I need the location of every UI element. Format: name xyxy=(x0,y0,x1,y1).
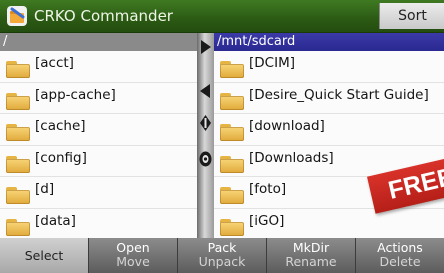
list-item[interactable]: [cache] xyxy=(0,114,197,146)
actions-delete-button[interactable]: Actions Delete xyxy=(356,238,444,273)
select-label: Select xyxy=(24,248,64,263)
arrow-left-icon[interactable] xyxy=(199,83,212,99)
right-panel[interactable]: /mnt/sdcard [DCIM] [Desire_Quick Start G… xyxy=(214,33,444,238)
arrow-right-icon[interactable] xyxy=(199,39,212,55)
folder-icon xyxy=(220,92,244,110)
folder-icon xyxy=(220,155,244,173)
folder-name: [foto] xyxy=(249,181,287,197)
folder-icon xyxy=(220,218,244,236)
list-item[interactable]: [acct] xyxy=(0,51,197,83)
mkdir-label: MkDir xyxy=(292,240,330,255)
list-item[interactable]: [download] xyxy=(214,114,444,146)
list-item[interactable]: [config] xyxy=(0,146,197,177)
folder-icon xyxy=(220,61,244,78)
delete-label: Delete xyxy=(379,254,421,269)
panel-divider xyxy=(197,33,214,238)
app-title: CRKO Commander xyxy=(34,7,173,25)
folder-name: [Desire_Quick Start Guide] xyxy=(249,86,429,103)
folder-name: [DCIM] xyxy=(249,55,295,71)
folder-name: [download] xyxy=(249,118,325,134)
left-file-list: [acct] [app-cache] [cache] [config] [d] … xyxy=(0,51,197,238)
select-button[interactable]: Select xyxy=(0,238,89,273)
title-bar: CRKO Commander Sort xyxy=(0,0,444,33)
folder-icon xyxy=(6,92,30,110)
folder-name: [iGO] xyxy=(249,212,285,229)
folder-name: [app-cache] xyxy=(35,86,116,103)
move-label: Move xyxy=(116,254,150,269)
folder-name: [cache] xyxy=(35,118,86,134)
bottom-toolbar: Select Open Move Pack Unpack MkDir Renam… xyxy=(0,238,444,273)
folder-name: [data] xyxy=(35,212,76,229)
open-move-button[interactable]: Open Move xyxy=(89,238,178,273)
mkdir-rename-button[interactable]: MkDir Rename xyxy=(267,238,356,273)
folder-name: [d] xyxy=(35,181,55,197)
right-file-list: [DCIM] [Desire_Quick Start Guide] [downl… xyxy=(214,51,444,238)
folder-icon xyxy=(220,187,244,204)
left-panel[interactable]: / [acct] [app-cache] [cache] [config] [d… xyxy=(0,33,197,238)
app-logo-icon xyxy=(7,6,27,26)
sort-button[interactable]: Sort xyxy=(379,3,444,29)
folder-icon xyxy=(6,187,30,204)
folder-name: [config] xyxy=(35,149,87,166)
view-icon[interactable] xyxy=(199,151,212,167)
list-item[interactable]: [Desire_Quick Start Guide] xyxy=(214,83,444,114)
folder-icon xyxy=(6,124,30,141)
list-item[interactable]: [app-cache] xyxy=(0,83,197,114)
list-item[interactable]: [DCIM] xyxy=(214,51,444,83)
actions-label: Actions xyxy=(377,240,423,255)
swap-icon[interactable] xyxy=(199,115,212,131)
right-path-bar: /mnt/sdcard xyxy=(214,33,444,51)
unpack-label: Unpack xyxy=(198,254,246,269)
open-label: Open xyxy=(116,240,150,255)
folder-icon xyxy=(6,61,30,78)
folder-icon xyxy=(6,218,30,236)
rename-label: Rename xyxy=(285,254,337,269)
folder-icon xyxy=(220,124,244,141)
folder-name: [acct] xyxy=(35,55,74,71)
folder-name: [Downloads] xyxy=(249,149,334,166)
left-path-bar: / xyxy=(0,33,197,51)
list-item[interactable]: [d] xyxy=(0,177,197,209)
list-item[interactable]: [iGO] xyxy=(214,209,444,239)
pack-label: Pack xyxy=(207,240,237,255)
list-item[interactable]: [data] xyxy=(0,209,197,239)
pack-unpack-button[interactable]: Pack Unpack xyxy=(178,238,267,273)
folder-icon xyxy=(6,155,30,173)
